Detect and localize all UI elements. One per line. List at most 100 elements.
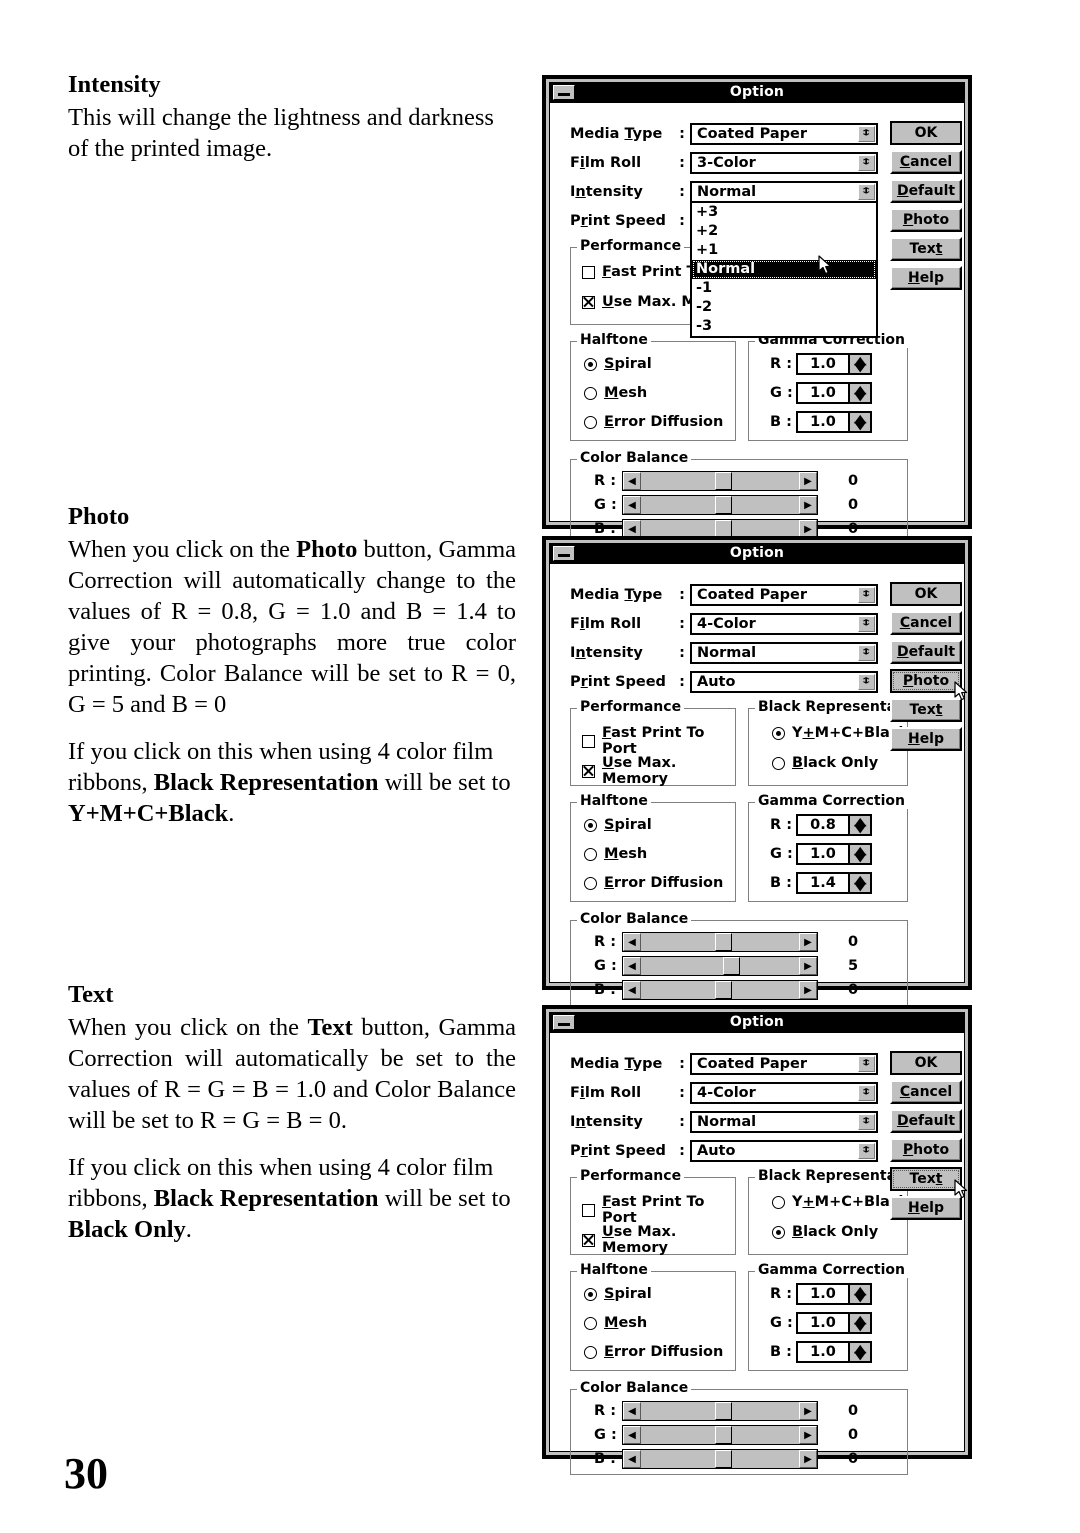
button-default[interactable]: Default [890,640,962,664]
slider-track[interactable] [641,1450,799,1468]
slider-thumb[interactable] [715,1402,733,1420]
slider-trough[interactable]: ◀ ▶ [622,956,818,976]
radio-dot[interactable] [772,756,785,770]
checkbox-box[interactable] [582,265,595,279]
gamma-value-g[interactable]: 1.0 [796,382,850,404]
slider-trough[interactable]: ◀ ▶ [622,980,818,1000]
combo-media-type[interactable]: Coated Paper ↕ [690,584,878,606]
color-balance-slider-r[interactable]: R : ◀ ▶ 0 [594,932,861,952]
chevron-updown-icon[interactable]: ↕ [858,616,875,632]
radio-dot[interactable] [584,357,597,371]
chevron-updown-icon[interactable]: ↕ [858,587,875,603]
combo-print-speed[interactable]: Auto ↕ [690,1140,878,1162]
button-text[interactable]: Tex t [890,237,962,261]
radio-halftone-error-diffusion[interactable]: Error Diffusion [584,875,723,891]
radio-black-only[interactable]: Black Only [772,1224,878,1240]
color-balance-slider-g[interactable]: G : ◀ ▶ 0 [594,1425,861,1445]
chevron-updown-icon[interactable]: ↕ [858,184,875,200]
arrow-right-icon[interactable]: ▶ [799,496,817,514]
button-ok[interactable]: OK [890,121,962,145]
minimize-icon[interactable] [553,1014,575,1030]
button-ok[interactable]: OK [890,1051,962,1075]
gamma-spinner-r[interactable]: R : 1.0 ▲ ▼ [770,1283,872,1305]
arrow-right-icon[interactable]: ▶ [799,1402,817,1420]
spinner-updown-icon[interactable]: ▲ ▼ [850,1312,872,1334]
chevron-updown-icon[interactable]: ↕ [858,645,875,661]
slider-trough[interactable]: ◀ ▶ [622,1425,818,1445]
slider-thumb[interactable] [715,1426,733,1444]
slider-trough[interactable]: ◀ ▶ [622,1401,818,1421]
chevron-updown-icon[interactable]: ↕ [858,1114,875,1130]
arrow-right-icon[interactable]: ▶ [799,981,817,999]
radio-y-m-c-black[interactable]: Y+M+C+Black [772,1194,908,1210]
slider-thumb[interactable] [723,957,741,975]
slider-track[interactable] [641,1426,799,1444]
radio-halftone-error-diffusion[interactable]: Error Diffusion [584,414,723,430]
combo-media-type[interactable]: Coated Paper ↕ [690,123,878,145]
radio-dot[interactable] [584,1345,597,1359]
slider-track[interactable] [641,472,799,490]
chevron-updown-icon[interactable]: ↕ [858,1085,875,1101]
radio-halftone-spiral[interactable]: Spiral [584,1286,652,1302]
gamma-value-r[interactable]: 1.0 [796,353,850,375]
arrow-right-icon[interactable]: ▶ [799,957,817,975]
gamma-value-b[interactable]: 1.0 [796,411,850,433]
button-text[interactable]: Tex t [890,698,962,722]
combo-intensity[interactable]: Normal ↕ [690,181,878,203]
radio-halftone-spiral[interactable]: Spiral [584,356,652,372]
radio-halftone-error-diffusion[interactable]: Error Diffusion [584,1344,723,1360]
arrow-left-icon[interactable]: ◀ [623,933,641,951]
intensity-dropdown-list[interactable]: +3 +2 +1 Normal -1 -2 -3 [690,201,878,338]
slider-track[interactable] [641,496,799,514]
color-balance-slider-b[interactable]: B : ◀ ▶ 0 [594,519,861,539]
checkbox-fast-print[interactable]: Fast Print To Port [582,725,736,757]
minimize-icon[interactable] [553,84,575,100]
combo-film-roll[interactable]: 4-Color ↕ [690,1082,878,1104]
radio-dot[interactable] [772,1195,785,1209]
gamma-spinner-g[interactable]: G : 1.0 ▲ ▼ [770,843,872,865]
slider-thumb[interactable] [715,520,733,538]
spinner-updown-icon[interactable]: ▲ ▼ [850,814,872,836]
arrow-left-icon[interactable]: ◀ [623,472,641,490]
dialog-photo[interactable]: Option Media Type : Coated Paper ↕ Film … [543,537,971,1006]
button-default[interactable]: Default [890,179,962,203]
gamma-spinner-b[interactable]: B : 1.0 ▲ ▼ [770,1341,872,1363]
button-help[interactable]: Help [890,727,962,751]
combo-intensity[interactable]: Normal ↕ [690,1111,878,1133]
arrow-right-icon[interactable]: ▶ [799,933,817,951]
dropdown-option[interactable]: +2 [692,222,876,241]
spinner-updown-icon[interactable]: ▲ ▼ [850,411,872,433]
slider-thumb[interactable] [715,496,733,514]
spinner-updown-icon[interactable]: ▲ ▼ [850,382,872,404]
combo-print-speed[interactable]: Auto ↕ [690,671,878,693]
combo-film-roll[interactable]: 3-Color ↕ [690,152,878,174]
button-help[interactable]: Help [890,1196,962,1220]
gamma-value-b[interactable]: 1.4 [796,872,850,894]
slider-track[interactable] [641,957,799,975]
radio-dot[interactable] [584,818,597,832]
button-default[interactable]: Default [890,1109,962,1133]
slider-thumb[interactable] [715,981,733,999]
color-balance-slider-r[interactable]: R : ◀ ▶ 0 [594,471,861,491]
arrow-left-icon[interactable]: ◀ [623,1450,641,1468]
radio-halftone-spiral[interactable]: Spiral [584,817,652,833]
chevron-updown-icon[interactable]: ↕ [858,126,875,142]
color-balance-slider-b[interactable]: B : ◀ ▶ 0 [594,980,861,1000]
radio-dot[interactable] [772,726,785,740]
arrow-left-icon[interactable]: ◀ [623,496,641,514]
dialog-text[interactable]: Option Media Type : Coated Paper ↕ Film … [543,1006,971,1475]
combo-media-type[interactable]: Coated Paper ↕ [690,1053,878,1075]
button-photo[interactable]: Photo [890,1138,962,1162]
arrow-left-icon[interactable]: ◀ [623,981,641,999]
radio-dot[interactable] [584,1287,597,1301]
minimize-icon[interactable] [553,545,575,561]
dropdown-option[interactable]: Normal [692,260,876,279]
dropdown-option[interactable]: -1 [692,279,876,298]
checkbox-box[interactable] [582,295,595,309]
color-balance-slider-b[interactable]: B : ◀ ▶ 0 [594,1449,861,1469]
arrow-left-icon[interactable]: ◀ [623,520,641,538]
chevron-updown-icon[interactable]: ↕ [858,1056,875,1072]
button-photo[interactable]: Photo [890,669,962,693]
arrow-right-icon[interactable]: ▶ [799,1426,817,1444]
button-help[interactable]: Help [890,266,962,290]
